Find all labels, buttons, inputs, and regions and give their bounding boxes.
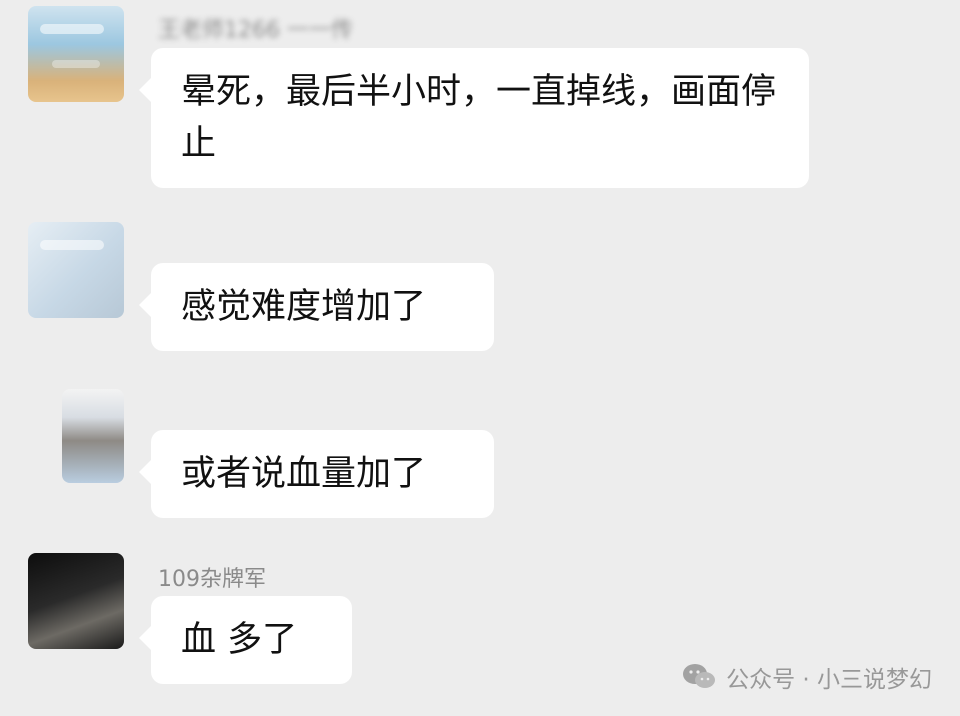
message-bubble[interactable]: 或者说血量加了: [139, 430, 494, 518]
watermark-text: 公众号 · 小三说梦幻: [726, 667, 932, 693]
avatar-detail: [40, 240, 104, 250]
avatar[interactable]: [28, 6, 124, 102]
avatar[interactable]: [28, 222, 124, 318]
avatar-detail: [40, 24, 104, 34]
avatar[interactable]: [62, 389, 124, 483]
message-bubble[interactable]: 血 多了: [139, 596, 352, 684]
watermark: 公众号 · 小三说梦幻: [682, 660, 932, 694]
sender-name: 109杂牌军: [158, 567, 266, 592]
message-bubble[interactable]: 感觉难度增加了: [139, 263, 494, 351]
avatar-detail: [52, 60, 100, 68]
message-bubble[interactable]: 晕死，最后半小时，一直掉线，画面停止: [139, 48, 809, 188]
wechat-icon: [682, 663, 716, 691]
sender-name: 王老师1266 一一传: [158, 18, 353, 43]
avatar[interactable]: [28, 553, 124, 649]
